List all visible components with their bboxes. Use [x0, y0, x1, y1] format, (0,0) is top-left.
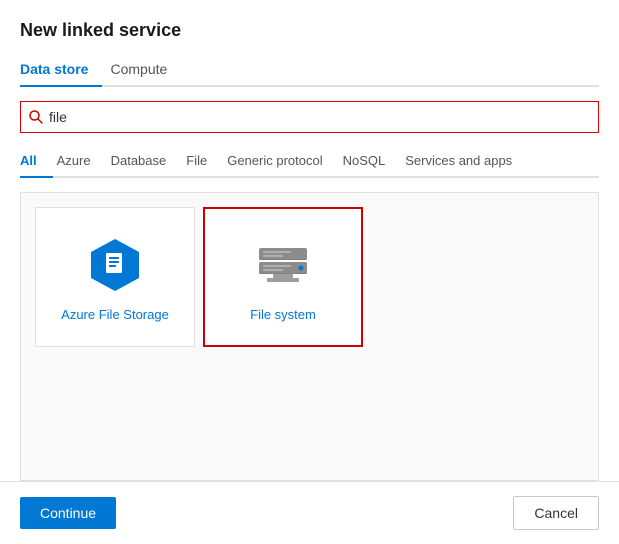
- cards-grid: Azure File Storage: [20, 192, 599, 481]
- card-file-system[interactable]: File system: [203, 207, 363, 347]
- panel-title: New linked service: [20, 20, 599, 41]
- file-system-icon: [251, 233, 315, 297]
- filter-tabs: All Azure Database File Generic protocol…: [20, 147, 599, 178]
- tab-compute[interactable]: Compute: [110, 55, 181, 87]
- search-box: [20, 101, 599, 133]
- azure-file-storage-icon: [83, 233, 147, 297]
- filter-tab-file[interactable]: File: [186, 147, 223, 178]
- main-tabs: Data store Compute: [20, 55, 599, 87]
- file-system-label: File system: [250, 307, 316, 322]
- footer: Continue Cancel: [0, 481, 619, 544]
- search-icon: [29, 110, 43, 124]
- filter-tab-generic-protocol[interactable]: Generic protocol: [227, 147, 338, 178]
- filter-tab-nosql[interactable]: NoSQL: [343, 147, 402, 178]
- filter-tab-services-and-apps[interactable]: Services and apps: [405, 147, 528, 178]
- filter-tab-azure[interactable]: Azure: [57, 147, 107, 178]
- tab-data-store[interactable]: Data store: [20, 55, 102, 87]
- filter-tab-database[interactable]: Database: [111, 147, 183, 178]
- filter-tab-all[interactable]: All: [20, 147, 53, 178]
- search-input[interactable]: [49, 109, 590, 125]
- card-azure-file-storage[interactable]: Azure File Storage: [35, 207, 195, 347]
- cancel-button[interactable]: Cancel: [513, 496, 599, 530]
- continue-button[interactable]: Continue: [20, 497, 116, 529]
- azure-file-storage-label: Azure File Storage: [61, 307, 169, 322]
